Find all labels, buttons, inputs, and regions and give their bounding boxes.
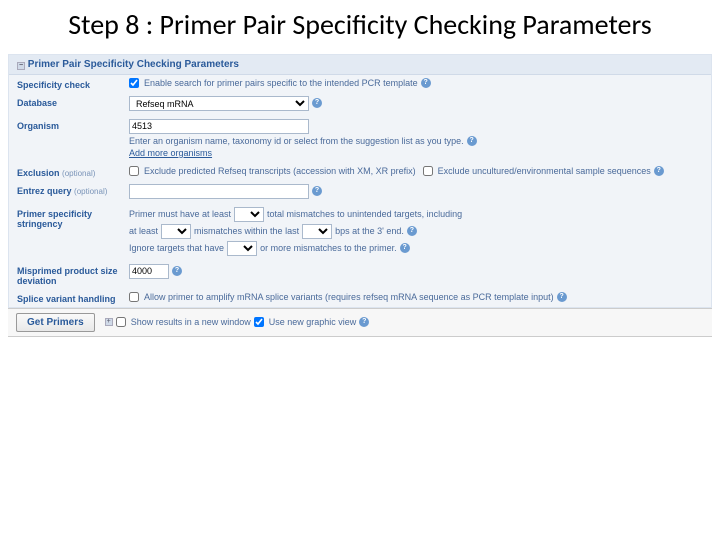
exclude-env-checkbox[interactable] — [423, 166, 433, 176]
label-organism: Organism — [17, 119, 129, 131]
graphic-view-text: Use new graphic view — [269, 317, 357, 327]
total-mismatches-select[interactable]: 2 — [234, 207, 264, 222]
misprimed-deviation-input[interactable] — [129, 264, 169, 279]
label-splice: Splice variant handling — [17, 292, 129, 304]
label-exclusion: Exclusion (optional) — [17, 166, 129, 178]
ignore-mismatches-select[interactable]: 6 — [227, 241, 257, 256]
help-icon[interactable]: ? — [312, 98, 322, 108]
row-exclusion: Exclusion (optional) Exclude predicted R… — [9, 163, 711, 181]
splice-variant-checkbox[interactable] — [129, 292, 139, 302]
bps-select[interactable]: 5 — [302, 224, 332, 239]
new-window-checkbox[interactable] — [116, 317, 126, 327]
label-entrez: Entrez query (optional) — [17, 184, 129, 196]
row-stringency: Primer specificity stringency Primer mus… — [9, 204, 711, 261]
exclude-env-text: Exclude uncultured/environmental sample … — [438, 166, 651, 176]
help-icon[interactable]: ? — [312, 186, 322, 196]
get-primers-button[interactable]: Get Primers — [16, 313, 95, 332]
parameters-panel: − Primer Pair Specificity Checking Param… — [8, 54, 712, 308]
expand-icon[interactable]: + — [105, 318, 113, 326]
help-icon[interactable]: ? — [557, 292, 567, 302]
panel-title: Primer Pair Specificity Checking Paramet… — [28, 59, 239, 70]
help-icon[interactable]: ? — [172, 266, 182, 276]
help-icon[interactable]: ? — [467, 136, 477, 146]
help-icon[interactable]: ? — [359, 317, 369, 327]
graphic-view-checkbox[interactable] — [254, 317, 264, 327]
database-select[interactable]: Refseq mRNA — [129, 96, 309, 111]
label-misprimed: Misprimed product size deviation — [17, 264, 129, 286]
help-icon[interactable]: ? — [421, 78, 431, 88]
label-database: Database — [17, 96, 129, 108]
collapse-icon[interactable]: − — [17, 62, 25, 70]
row-specificity: Specificity check Enable search for prim… — [9, 75, 711, 93]
stringency-text: Primer must have at least — [129, 209, 231, 219]
add-organisms-link[interactable]: Add more organisms — [129, 148, 212, 158]
organism-input[interactable] — [129, 119, 309, 134]
row-splice: Splice variant handling Allow primer to … — [9, 289, 711, 307]
stringency-text: mismatches within the last — [194, 226, 299, 236]
row-organism: Organism Enter an organism name, taxonom… — [9, 116, 711, 163]
stringency-text: or more mismatches to the primer. — [260, 243, 397, 253]
row-database: Database Refseq mRNA ? — [9, 93, 711, 116]
stringency-text: total mismatches to unintended targets, … — [267, 209, 462, 219]
label-stringency: Primer specificity stringency — [17, 207, 129, 229]
help-icon[interactable]: ? — [400, 243, 410, 253]
enable-specificity-text: Enable search for primer pairs specific … — [144, 78, 418, 88]
stringency-text: bps at the 3' end. — [335, 226, 404, 236]
exclude-xm-text: Exclude predicted Refseq transcripts (ac… — [144, 166, 416, 176]
stringency-text: at least — [129, 226, 158, 236]
entrez-query-input[interactable] — [129, 184, 309, 199]
enable-specificity-checkbox[interactable] — [129, 78, 139, 88]
label-specificity: Specificity check — [17, 78, 129, 90]
exclude-xm-checkbox[interactable] — [129, 166, 139, 176]
slide-title: Step 8 : Primer Pair Specificity Checkin… — [0, 0, 720, 54]
row-misprimed: Misprimed product size deviation ? — [9, 261, 711, 289]
stringency-text: Ignore targets that have — [129, 243, 224, 253]
new-window-text: Show results in a new window — [131, 317, 251, 327]
splice-variant-text: Allow primer to amplify mRNA splice vari… — [144, 292, 554, 302]
help-icon[interactable]: ? — [654, 166, 664, 176]
organism-hint: Enter an organism name, taxonomy id or s… — [129, 136, 464, 146]
footer-bar: Get Primers + Show results in a new wind… — [8, 308, 712, 337]
row-entrez: Entrez query (optional) ? — [9, 181, 711, 204]
mismatches-select[interactable]: 2 — [161, 224, 191, 239]
help-icon[interactable]: ? — [407, 226, 417, 236]
